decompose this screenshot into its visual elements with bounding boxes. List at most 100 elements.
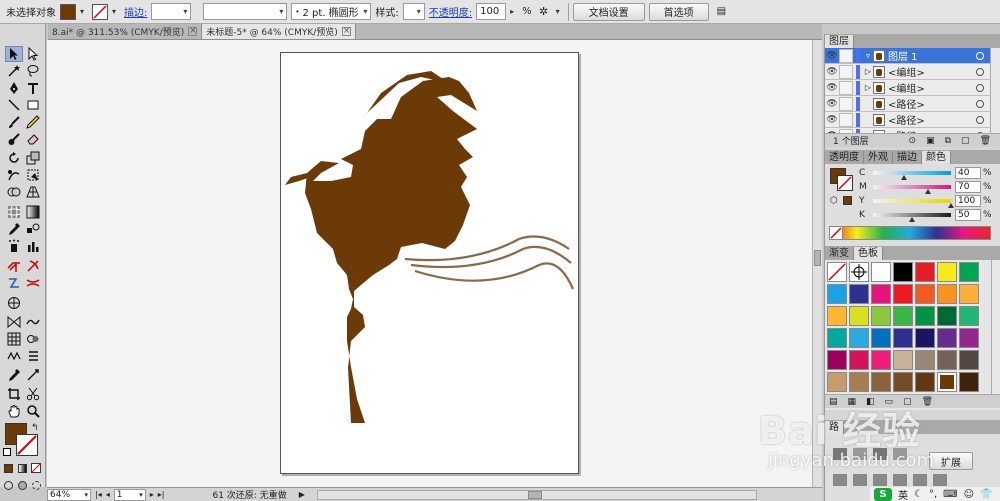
last-page-icon[interactable]: ▸| [158, 490, 165, 499]
wave-tool[interactable] [24, 314, 42, 330]
color-swatch[interactable] [827, 350, 847, 370]
punctuation-icon[interactable]: °, [929, 489, 937, 500]
color-swatch[interactable] [849, 306, 869, 326]
document-setup-button[interactable]: 文档设置 [572, 2, 645, 21]
color-swatch[interactable] [915, 350, 935, 370]
scale-tool[interactable] [24, 150, 42, 166]
magic-wand-tool[interactable] [5, 63, 23, 79]
color-swatch[interactable] [849, 350, 869, 370]
recolor-arrow[interactable]: ▾ [556, 7, 564, 16]
merge-icon[interactable] [873, 474, 887, 486]
rotate-tool[interactable] [5, 150, 23, 166]
lock-toggle[interactable] [839, 80, 853, 95]
column-graph-tool[interactable] [24, 238, 42, 254]
color-swatch[interactable] [937, 262, 957, 282]
target-icon[interactable] [976, 99, 984, 108]
divide-icon[interactable] [833, 474, 847, 486]
stroke-link[interactable]: 描边: [124, 4, 147, 19]
color-swatch[interactable] [827, 262, 847, 282]
curvature-tool[interactable] [5, 275, 23, 291]
chevron-right-icon[interactable]: ▷ [863, 67, 873, 76]
unite-icon[interactable] [833, 448, 847, 460]
horizontal-scrollbar[interactable] [316, 489, 757, 500]
color-swatch[interactable] [827, 284, 847, 304]
user-icon[interactable]: ☺ [964, 489, 974, 500]
color-swatch[interactable] [849, 284, 869, 304]
eye-icon[interactable]: 👁 [825, 99, 839, 109]
tab-layers[interactable]: 图层 [825, 35, 854, 48]
library-icon[interactable]: ▤ [829, 397, 838, 407]
color-swatch[interactable] [827, 328, 847, 348]
preferences-button[interactable]: 首选项 [648, 2, 709, 21]
measure-tool[interactable] [24, 367, 42, 383]
slice-tool[interactable] [24, 258, 42, 274]
color-swatch[interactable] [893, 328, 913, 348]
default-colors-icon[interactable] [3, 448, 11, 456]
color-swatch[interactable] [893, 306, 913, 326]
swap-icon[interactable]: ↰ [31, 423, 39, 433]
zoom-dropdown[interactable]: 64% ▾ [47, 488, 91, 501]
intersect-icon[interactable] [873, 448, 887, 460]
target-icon[interactable] [976, 83, 984, 92]
minus-front-icon[interactable] [853, 448, 867, 460]
tab-document-1[interactable]: 8.ai* @ 311.53% (CMYK/预览) × [48, 24, 203, 39]
color-swatch[interactable] [959, 372, 979, 392]
minus-back-icon[interactable] [933, 474, 947, 486]
cube-icon[interactable]: ⬡ [830, 196, 838, 206]
next-page-icon[interactable]: ▸ [150, 490, 154, 499]
eye-icon[interactable]: 👁 [825, 67, 839, 77]
gradient-mode-button[interactable] [16, 460, 28, 476]
show-kinds-icon[interactable]: ▦ [848, 397, 857, 407]
scroll-thumb[interactable] [814, 250, 821, 266]
circles-tool[interactable] [24, 331, 42, 347]
layer-row[interactable]: 👁 <路径> [825, 96, 990, 112]
color-swatch[interactable] [827, 306, 847, 326]
paintbrush-tool[interactable] [5, 114, 23, 130]
color-swatch[interactable] [915, 328, 935, 348]
lock-toggle[interactable] [839, 112, 853, 127]
crop-tool[interactable] [5, 386, 23, 402]
color-swatch[interactable] [849, 372, 869, 392]
direct-selection-tool[interactable] [24, 46, 42, 62]
draw-normal-button[interactable] [2, 477, 14, 493]
stroke-swatch-large[interactable] [16, 434, 38, 456]
color-swatch[interactable] [893, 284, 913, 304]
layers-scrollbar[interactable] [990, 48, 1000, 146]
new-swatch-icon[interactable]: ▢ [903, 397, 912, 407]
eyedropper-alt-tool[interactable] [5, 367, 23, 383]
color-swatch[interactable] [937, 284, 957, 304]
color-swatch[interactable] [849, 328, 869, 348]
color-swatch[interactable] [827, 372, 847, 392]
color-swatch[interactable] [937, 350, 957, 370]
symbol-sprayer-tool[interactable] [5, 238, 23, 254]
hand-tool[interactable] [5, 403, 23, 419]
boy-silhouette-path[interactable] [305, 77, 477, 423]
variable-width-dropdown[interactable]: ▾ [203, 3, 288, 20]
color-swatch[interactable] [915, 284, 935, 304]
warp-tool[interactable] [5, 167, 23, 183]
color-swatch[interactable] [915, 262, 935, 282]
color-swatch[interactable] [871, 284, 891, 304]
tab-color-panel-2[interactable]: 描边 [893, 151, 922, 164]
draw-inside-button[interactable] [30, 477, 42, 493]
first-page-icon[interactable]: |◂ [95, 490, 102, 499]
color-swatch[interactable] [871, 262, 891, 282]
color-swatch[interactable] [937, 328, 957, 348]
chevron-down-icon[interactable]: ▿ [863, 51, 873, 60]
lock-toggle[interactable] [839, 48, 853, 63]
tab-pathfinder[interactable]: 路 [825, 421, 844, 434]
channel-value[interactable]: 70 [955, 181, 981, 193]
color-swatch[interactable] [937, 306, 957, 326]
stroke-color-box[interactable] [837, 175, 853, 191]
spectrum-none[interactable] [829, 226, 843, 240]
eraser-tool[interactable] [24, 131, 42, 147]
locate-icon[interactable]: ⊙ [909, 136, 917, 146]
shape-builder-tool[interactable] [5, 184, 23, 200]
color-swatch[interactable] [871, 306, 891, 326]
exclude-icon[interactable] [893, 448, 907, 460]
canvas-area[interactable] [47, 40, 822, 487]
trash-icon[interactable]: 🗑 [980, 136, 991, 146]
close-icon[interactable]: × [341, 27, 351, 36]
channel-slider[interactable] [873, 185, 951, 194]
shirt-icon[interactable]: 👕 [980, 489, 992, 500]
